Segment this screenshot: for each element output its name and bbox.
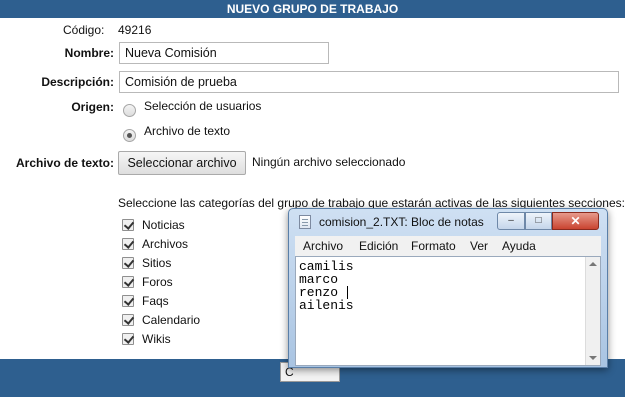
origen-radio-archivo[interactable] bbox=[123, 129, 136, 142]
category-label-noticias: Noticias bbox=[142, 218, 185, 232]
codigo-label: Código: bbox=[63, 23, 105, 37]
file-status: Ningún archivo seleccionado bbox=[252, 155, 406, 169]
category-label-wikis: Wikis bbox=[142, 332, 171, 346]
maximize-icon: □ bbox=[535, 215, 542, 226]
menu-ver[interactable]: Ver bbox=[470, 239, 488, 253]
notepad-icon bbox=[299, 215, 311, 229]
close-button[interactable]: ✕ bbox=[552, 212, 599, 230]
notepad-menubar: Archivo Edición Formato Ver Ayuda bbox=[295, 236, 601, 256]
descripcion-label: Descripción: bbox=[41, 75, 114, 89]
checkbox-calendario[interactable] bbox=[122, 314, 134, 326]
notepad-title: comision_2.TXT: Bloc de notas bbox=[319, 215, 484, 229]
checkbox-archivos[interactable] bbox=[122, 238, 134, 250]
origen-radio-usuarios[interactable] bbox=[123, 104, 136, 117]
menu-ayuda[interactable]: Ayuda bbox=[502, 239, 536, 253]
menu-formato[interactable]: Formato bbox=[411, 239, 456, 253]
descripcion-input[interactable] bbox=[119, 71, 619, 93]
checkbox-noticias[interactable] bbox=[122, 219, 134, 231]
nombre-label: Nombre: bbox=[64, 46, 114, 60]
minimize-icon: – bbox=[508, 215, 514, 226]
category-label-archivos: Archivos bbox=[142, 237, 189, 251]
scroll-up-icon[interactable] bbox=[589, 262, 597, 266]
category-label-faqs: Faqs bbox=[142, 294, 169, 308]
category-label-calendario: Calendario bbox=[142, 313, 201, 327]
checkbox-sitios[interactable] bbox=[122, 257, 134, 269]
category-label-sitios: Sitios bbox=[142, 256, 172, 270]
notepad-text-area[interactable]: camilis marco renzo ailenis bbox=[295, 256, 601, 366]
checkbox-wikis[interactable] bbox=[122, 333, 134, 345]
menu-edicion[interactable]: Edición bbox=[359, 239, 398, 253]
category-label-foros: Foros bbox=[142, 275, 173, 289]
nombre-input[interactable] bbox=[119, 42, 329, 64]
vertical-scrollbar[interactable] bbox=[585, 257, 600, 365]
notepad-window[interactable]: comision_2.TXT: Bloc de notas – □ ✕ Arch… bbox=[288, 208, 608, 368]
origen-option-archivo: Archivo de texto bbox=[144, 124, 231, 138]
codigo-value: 49216 bbox=[118, 23, 152, 37]
maximize-button[interactable]: □ bbox=[525, 212, 552, 230]
text-line: ailenis bbox=[299, 298, 354, 313]
origen-option-usuarios: Selección de usuarios bbox=[144, 99, 262, 113]
minimize-button[interactable]: – bbox=[497, 212, 525, 230]
menu-archivo[interactable]: Archivo bbox=[303, 239, 343, 253]
origen-label: Origen: bbox=[71, 100, 114, 114]
page-title-bar: NUEVO GRUPO DE TRABAJO bbox=[0, 0, 625, 18]
page-title: NUEVO GRUPO DE TRABAJO bbox=[226, 2, 399, 16]
select-file-button[interactable]: Seleccionar archivo bbox=[118, 151, 246, 175]
notepad-titlebar[interactable]: comision_2.TXT: Bloc de notas – □ ✕ bbox=[289, 209, 607, 235]
checkbox-faqs[interactable] bbox=[122, 295, 134, 307]
close-icon: ✕ bbox=[570, 214, 581, 228]
text-caret bbox=[347, 286, 348, 299]
scroll-down-icon[interactable] bbox=[589, 356, 597, 360]
archivo-texto-label: Archivo de texto: bbox=[15, 156, 114, 170]
checkbox-foros[interactable] bbox=[122, 276, 134, 288]
